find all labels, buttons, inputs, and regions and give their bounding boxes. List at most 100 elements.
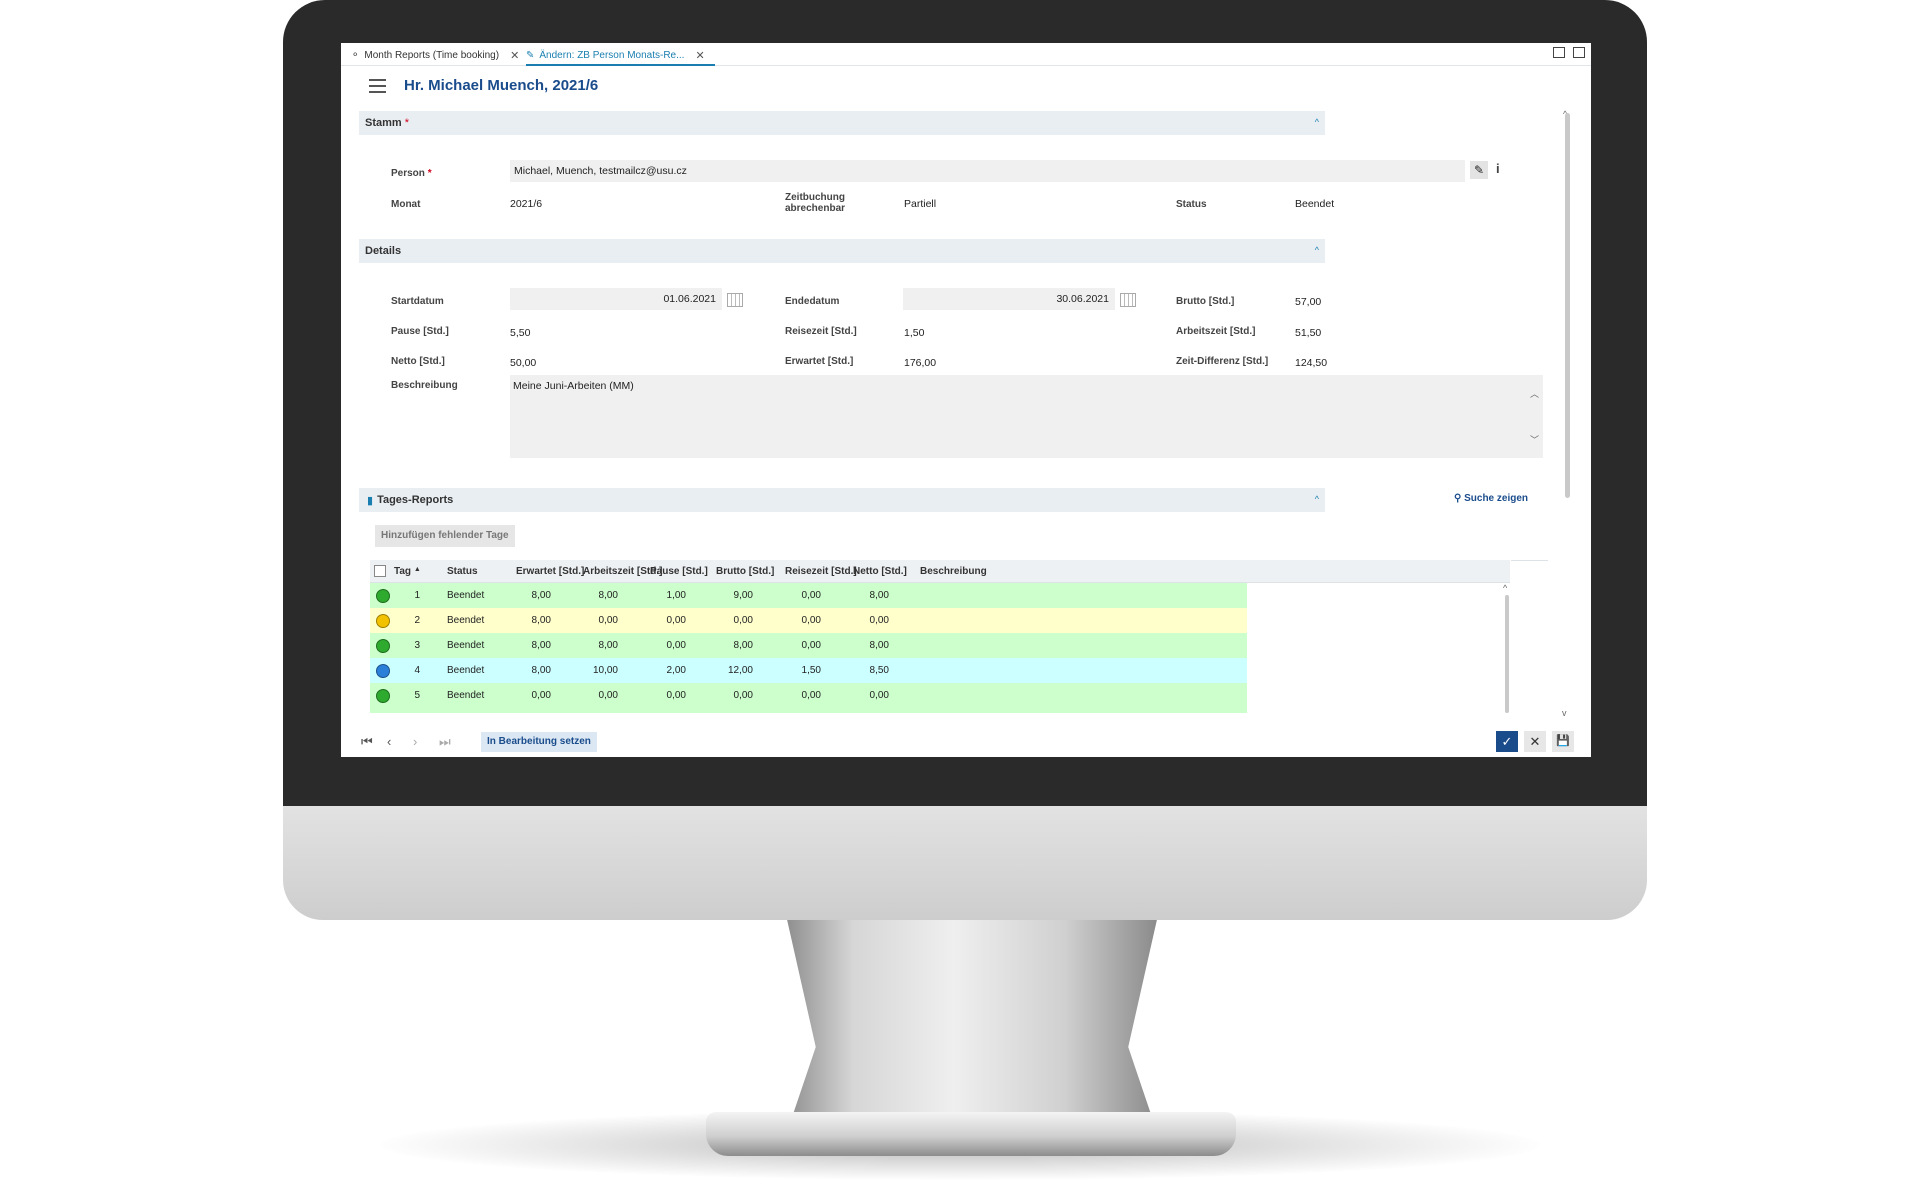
pause-value: 5,50 [510,327,531,339]
grid-header-line [1511,560,1548,561]
chevron-up-icon[interactable]: ^ [1315,245,1319,255]
section-title: Details [365,245,402,257]
section-title: Stamm [365,117,402,129]
tab-label: Month Reports (Time booking) [364,49,500,61]
cell-brutto: 0,00 [733,690,753,701]
cell-erwartet: 8,00 [531,640,551,651]
startdatum-label: Startdatum [391,296,444,307]
first-record-icon[interactable]: ⏮ [361,734,373,750]
scroll-up-icon[interactable]: ︿ [1530,387,1539,400]
close-icon[interactable]: ✕ [510,49,519,62]
cell-netto: 0,00 [869,690,889,701]
cell-reisezeit: 0,00 [801,590,821,601]
col-erwartet[interactable]: Erwartet [Std.] [516,566,584,577]
save-icon[interactable]: 💾 [1552,731,1574,752]
search-toggle-link[interactable]: ⚲ Suche zeigen [1454,493,1528,504]
table-row[interactable]: 5 Beendet 0,00 0,00 0,00 0,00 0,00 0,00 [370,683,1247,708]
col-tag[interactable]: Tag ▲ [394,566,421,577]
erwartet-value: 176,00 [904,357,937,369]
cell-tag: 1 [414,590,420,601]
calendar-icon[interactable] [1120,293,1136,307]
tab-bar: ⚬ Month Reports (Time booking) ✕ ✎ Änder… [341,43,1591,66]
last-record-icon[interactable]: ⏭ [439,734,451,750]
grid-header: Tag ▲ Status Erwartet [Std.] Arbeitszeit… [370,560,1510,583]
grid-scrollbar[interactable] [1505,595,1509,713]
cell-reisezeit: 0,00 [801,615,821,626]
menu-icon[interactable] [369,79,386,97]
grid-body: 1 Beendet 8,00 8,00 1,00 9,00 0,00 8,00 2 Beendet… [341,583,1591,713]
col-status[interactable]: Status [447,566,478,577]
cell-brutto: 12,00 [727,665,753,676]
previous-record-icon[interactable]: ‹ [387,734,391,749]
cell-arbeitszeit: 10,00 [592,665,618,676]
info-icon[interactable]: i [1496,161,1500,176]
zeitbuchung-value: Partiell [904,198,937,210]
section-title: Tages-Reports [377,494,454,506]
app-screen: ⚬ Month Reports (Time booking) ✕ ✎ Änder… [341,43,1591,757]
cell-pause: 2,00 [666,665,686,676]
endedatum-label: Endedatum [785,296,840,307]
select-all-checkbox[interactable] [374,565,386,577]
monat-value: 2021/6 [510,198,543,210]
beschreibung-textarea[interactable]: Meine Juni-Arbeiten (MM) [510,375,1543,458]
cell-pause: 0,00 [666,615,686,626]
cell-arbeitszeit: 0,00 [598,690,618,701]
status-value: Beendet [1295,198,1335,210]
zeitdiff-value: 124,50 [1295,357,1328,369]
reisezeit-value: 1,50 [904,327,925,339]
tab-edit-report[interactable]: ✎ Ändern: ZB Person Monats-Re... ✕ [526,46,715,66]
endedatum-field[interactable]: 30.06.2021 [903,288,1115,310]
tab-month-reports[interactable]: ⚬ Month Reports (Time booking) ✕ [351,46,519,64]
scroll-up-icon[interactable]: ^ [1503,583,1507,593]
col-reisezeit[interactable]: Reisezeit [Std.] [785,566,857,577]
close-icon[interactable]: ✕ [695,49,704,62]
cell-erwartet: 8,00 [531,590,551,601]
page-scrollbar[interactable] [1565,113,1570,498]
pause-label: Pause [Std.] [391,326,449,337]
section-details[interactable]: Details ^ [359,239,1325,263]
brutto-label: Brutto [Std.] [1176,296,1235,307]
netto-label: Netto [Std.] [391,356,445,367]
cell-reisezeit: 0,00 [801,690,821,701]
section-tages-reports[interactable]: ▮ Tages-Reports ^ [359,488,1325,512]
restore-icon[interactable] [1573,47,1585,58]
table-row[interactable]: 2 Beendet 8,00 0,00 0,00 0,00 0,00 0,00 [370,608,1247,633]
table-row[interactable]: 6Beendet0,000,000,000,000,000,00 [370,708,1247,713]
col-brutto[interactable]: Brutto [Std.] [716,566,774,577]
chevron-up-icon[interactable]: ^ [1315,494,1319,504]
cell-brutto: 8,00 [733,640,753,651]
table-row[interactable]: 3 Beendet 8,00 8,00 0,00 8,00 0,00 8,00 [370,633,1247,658]
calendar-icon[interactable] [727,293,743,307]
table-row[interactable]: 1 Beendet 8,00 8,00 1,00 9,00 0,00 8,00 [370,583,1247,608]
maximize-icon[interactable] [1553,47,1565,58]
col-beschreibung[interactable]: Beschreibung [920,566,987,577]
scroll-down-icon[interactable]: ﹀ [1530,433,1539,446]
edit-icon: ✎ [526,49,535,61]
cell-pause: 1,00 [666,590,686,601]
page-title: Hr. Michael Muench, 2021/6 [404,77,599,94]
status-label: Status [1176,199,1207,210]
cell-tag: 4 [414,665,420,676]
monitor-chin [283,806,1647,920]
brutto-value: 57,00 [1295,296,1322,308]
next-record-icon[interactable]: › [413,734,417,749]
col-pause[interactable]: Pause [Std.] [650,566,708,577]
add-missing-days-button[interactable]: Hinzufügen fehlender Tage [375,525,515,547]
window-controls [1553,47,1585,58]
person-field[interactable]: Michael, Muench, testmailcz@usu.cz [510,160,1465,182]
cell-netto: 8,00 [869,640,889,651]
chevron-up-icon[interactable]: ^ [1315,117,1319,127]
cell-status: Beendet [447,665,485,676]
confirm-button[interactable]: ✓ [1496,731,1518,752]
cell-brutto: 0,00 [733,615,753,626]
cancel-button[interactable]: ✕ [1524,731,1546,752]
table-row[interactable]: 4 Beendet 8,00 10,00 2,00 12,00 1,50 8,50 [370,658,1247,683]
pencil-icon[interactable]: ✎ [1470,161,1488,179]
section-stamm[interactable]: Stamm * ^ [359,111,1325,135]
tab-label: Ändern: ZB Person Monats-Re... [539,49,685,61]
monat-label: Monat [391,199,421,210]
col-netto[interactable]: Netto [Std.] [853,566,907,577]
startdatum-field[interactable]: 01.06.2021 [510,288,722,310]
set-in-progress-button[interactable]: In Bearbeitung setzen [481,732,597,752]
cell-tag: 5 [414,690,420,701]
